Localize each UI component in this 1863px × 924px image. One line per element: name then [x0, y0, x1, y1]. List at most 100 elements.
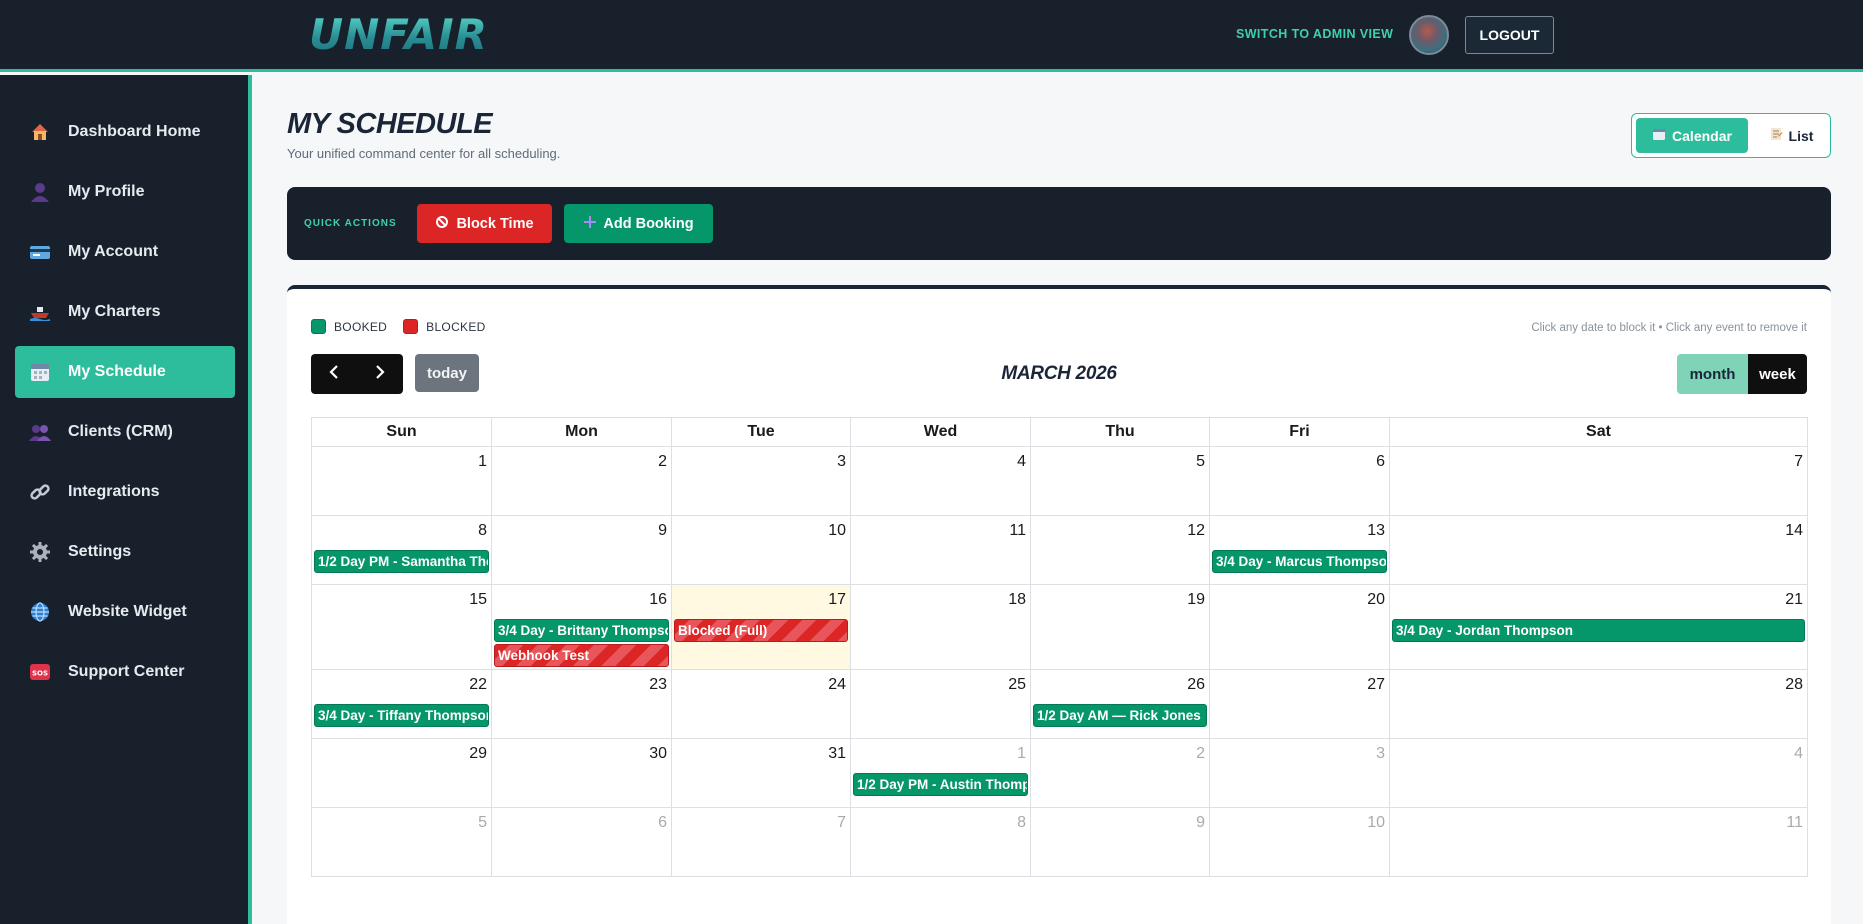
week-view-button[interactable]: week	[1748, 354, 1807, 394]
day-number[interactable]: 10	[828, 522, 846, 540]
day-number[interactable]: 8	[478, 522, 487, 540]
day-number[interactable]: 9	[658, 522, 667, 540]
day-cell[interactable]: 24	[671, 670, 850, 739]
day-cell[interactable]: 6	[1209, 447, 1389, 516]
day-cell[interactable]: 16 3/4 Day - Brittany Thompson Webhook Tes…	[491, 585, 671, 670]
booked-event[interactable]: 3/4 Day - Tiffany Thompson	[314, 704, 489, 727]
day-cell[interactable]: 1 1/2 Day PM - Austin Thompson	[850, 739, 1030, 808]
day-cell[interactable]: 25	[850, 670, 1030, 739]
day-number[interactable]: 10	[1367, 814, 1385, 832]
day-number[interactable]: 18	[1008, 591, 1026, 609]
day-cell[interactable]: 3	[671, 447, 850, 516]
day-number[interactable]: 17	[828, 591, 846, 609]
avatar[interactable]	[1409, 15, 1449, 55]
day-cell[interactable]: 26 1/2 Day AM — Rick Jones	[1030, 670, 1209, 739]
day-cell[interactable]: 10	[671, 516, 850, 585]
sidebar-item-website-widget[interactable]: Website Widget	[15, 586, 235, 638]
day-number[interactable]: 3	[837, 453, 846, 471]
day-cell[interactable]: 29	[311, 739, 491, 808]
day-number[interactable]: 20	[1367, 591, 1385, 609]
blocked-event[interactable]: Webhook Test	[494, 644, 669, 667]
switch-admin-view-link[interactable]: SWITCH TO ADMIN VIEW	[1236, 27, 1393, 41]
day-number[interactable]: 19	[1187, 591, 1205, 609]
day-cell[interactable]: 1	[311, 447, 491, 516]
sidebar-item-settings[interactable]: Settings	[15, 526, 235, 578]
day-cell[interactable]: 30	[491, 739, 671, 808]
day-number[interactable]: 31	[828, 745, 846, 763]
day-number[interactable]: 9	[1196, 814, 1205, 832]
day-cell[interactable]: 23	[491, 670, 671, 739]
sidebar-item-dashboard-home[interactable]: Dashboard Home	[15, 106, 235, 158]
booked-event[interactable]: 1/2 Day PM - Samantha Thompson	[314, 550, 489, 573]
day-number[interactable]: 7	[1794, 453, 1803, 471]
day-cell[interactable]: 5	[311, 808, 491, 877]
day-number[interactable]: 15	[469, 591, 487, 609]
day-number[interactable]: 30	[649, 745, 667, 763]
sidebar-item-my-charters[interactable]: My Charters	[15, 286, 235, 338]
day-cell[interactable]: 2	[1030, 739, 1209, 808]
day-cell[interactable]: 20	[1209, 585, 1389, 670]
sidebar-item-clients-crm[interactable]: Clients (CRM)	[15, 406, 235, 458]
day-cell[interactable]: 15	[311, 585, 491, 670]
day-number[interactable]: 22	[469, 676, 487, 694]
month-view-button[interactable]: month	[1677, 354, 1748, 394]
sidebar-item-my-schedule[interactable]: My Schedule	[15, 346, 235, 398]
day-number[interactable]: 6	[658, 814, 667, 832]
day-cell[interactable]: 7	[671, 808, 850, 877]
day-cell[interactable]: 9	[1030, 808, 1209, 877]
block-time-button[interactable]: Block Time	[417, 204, 552, 243]
sidebar-item-support-center[interactable]: SOS Support Center	[15, 646, 235, 698]
day-number[interactable]: 1	[478, 453, 487, 471]
day-cell[interactable]: 9	[491, 516, 671, 585]
sidebar-item-integrations[interactable]: Integrations	[15, 466, 235, 518]
day-cell[interactable]: 3	[1209, 739, 1389, 808]
day-number[interactable]: 5	[478, 814, 487, 832]
day-cell[interactable]: 27	[1209, 670, 1389, 739]
booked-event[interactable]: 1/2 Day PM - Austin Thompson	[853, 773, 1028, 796]
day-number[interactable]: 3	[1376, 745, 1385, 763]
day-number[interactable]: 25	[1008, 676, 1026, 694]
day-cell[interactable]: 4	[1389, 739, 1808, 808]
day-number[interactable]: 26	[1187, 676, 1205, 694]
day-cell[interactable]: 6	[491, 808, 671, 877]
day-number[interactable]: 7	[837, 814, 846, 832]
day-cell[interactable]: 13 3/4 Day - Marcus Thompson	[1209, 516, 1389, 585]
sidebar-item-my-profile[interactable]: My Profile	[15, 166, 235, 218]
day-number[interactable]: 21	[1785, 591, 1803, 609]
day-number[interactable]: 28	[1785, 676, 1803, 694]
app-logo[interactable]: UNFAIR	[309, 10, 488, 59]
day-cell[interactable]: 31	[671, 739, 850, 808]
day-number[interactable]: 16	[649, 591, 667, 609]
day-number[interactable]: 4	[1017, 453, 1026, 471]
day-number[interactable]: 13	[1367, 522, 1385, 540]
day-cell[interactable]: 8	[850, 808, 1030, 877]
day-number[interactable]: 11	[1009, 522, 1026, 540]
day-number[interactable]: 27	[1367, 676, 1385, 694]
blocked-event[interactable]: Blocked (Full)	[674, 619, 848, 642]
day-cell[interactable]: 12	[1030, 516, 1209, 585]
day-cell[interactable]: 14	[1389, 516, 1808, 585]
day-cell[interactable]: 19	[1030, 585, 1209, 670]
booked-event[interactable]: 3/4 Day - Jordan Thompson	[1392, 619, 1805, 642]
add-booking-button[interactable]: Add Booking	[564, 204, 713, 243]
day-number[interactable]: 8	[1017, 814, 1026, 832]
day-cell[interactable]: 11	[850, 516, 1030, 585]
booked-event[interactable]: 3/4 Day - Brittany Thompson	[494, 619, 669, 642]
day-number[interactable]: 12	[1187, 522, 1205, 540]
day-number[interactable]: 2	[658, 453, 667, 471]
logout-button[interactable]: LOGOUT	[1465, 16, 1554, 54]
day-cell[interactable]: 10	[1209, 808, 1389, 877]
day-cell[interactable]: 17 Blocked (Full)	[671, 585, 850, 670]
day-cell[interactable]: 5	[1030, 447, 1209, 516]
day-number[interactable]: 4	[1794, 745, 1803, 763]
day-number[interactable]: 2	[1196, 745, 1205, 763]
day-cell[interactable]: 11	[1389, 808, 1808, 877]
day-number[interactable]: 5	[1196, 453, 1205, 471]
list-view-button[interactable]: List	[1756, 118, 1826, 153]
day-cell[interactable]: 8 1/2 Day PM - Samantha Thompson	[311, 516, 491, 585]
calendar-view-button[interactable]: Calendar	[1636, 118, 1748, 153]
booked-event[interactable]: 1/2 Day AM — Rick Jones	[1033, 704, 1207, 727]
day-cell[interactable]: 28	[1389, 670, 1808, 739]
day-number[interactable]: 6	[1376, 453, 1385, 471]
day-number[interactable]: 23	[649, 676, 667, 694]
